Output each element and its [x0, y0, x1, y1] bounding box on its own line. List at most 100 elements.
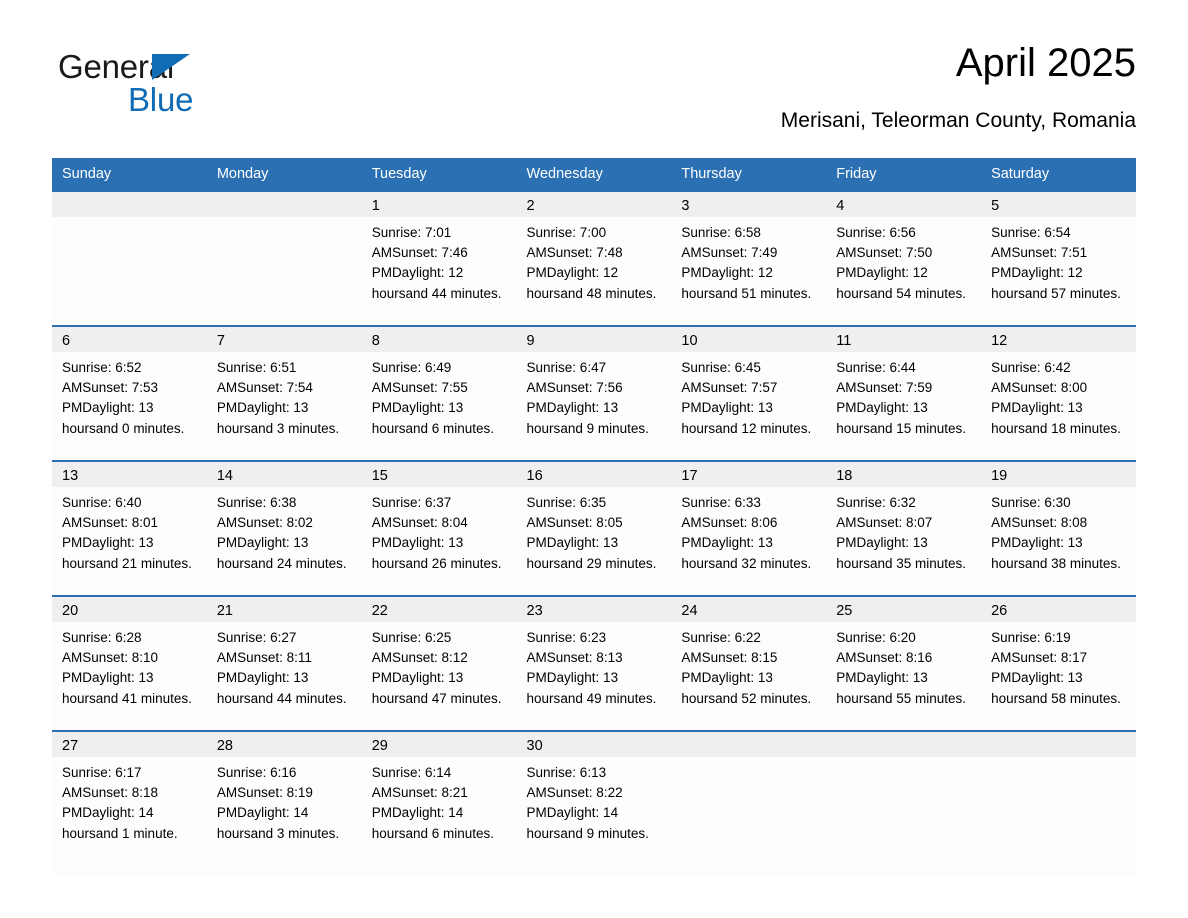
day-number [671, 730, 827, 757]
day-cell[interactable]: 19 Sunrise: 6:30 AMSunset: 8:08 PMDayligh… [981, 460, 1136, 595]
day-number: 19 [981, 460, 1136, 487]
day-cell[interactable]: 21 Sunrise: 6:27 AMSunset: 8:11 PMDayligh… [206, 595, 362, 730]
day-cell[interactable]: 10 Sunrise: 6:45 AMSunset: 7:57 PMDayligh… [671, 325, 827, 460]
daylight-line-2: and 3 minutes. [250, 420, 340, 436]
day-details [826, 757, 982, 875]
daylight-line-2: and 49 minutes. [560, 690, 657, 706]
day-details: Sunrise: 6:28 AMSunset: 8:10 PMDaylight:… [52, 622, 207, 730]
page-header: General Blue April 2025 Merisani, Teleor… [52, 38, 1136, 142]
day-details: Sunrise: 6:52 AMSunset: 7:53 PMDaylight:… [52, 352, 207, 460]
day-details: Sunrise: 6:17 AMSunset: 8:18 PMDaylight:… [52, 757, 207, 875]
day-number [981, 730, 1136, 757]
day-number: 20 [52, 595, 207, 622]
day-details: Sunrise: 6:27 AMSunset: 8:11 PMDaylight:… [206, 622, 362, 730]
day-cell[interactable]: 1 Sunrise: 7:01 AMSunset: 7:46 PMDaylight… [361, 190, 517, 325]
daylight-line-2: and 3 minutes. [250, 825, 340, 841]
day-cell[interactable]: 4 Sunrise: 6:56 AMSunset: 7:50 PMDaylight… [826, 190, 982, 325]
daylight-line-2: and 6 minutes. [405, 825, 495, 841]
day-number: 21 [206, 595, 362, 622]
day-details: Sunrise: 6:40 AMSunset: 8:01 PMDaylight:… [52, 487, 207, 595]
page-title: April 2025 [955, 41, 1136, 85]
day-cell[interactable]: 30 Sunrise: 6:13 AMSunset: 8:22 PMDayligh… [516, 730, 672, 875]
day-cell[interactable]: 5 Sunrise: 6:54 AMSunset: 7:51 PMDaylight… [981, 190, 1136, 325]
day-cell[interactable]: 28 Sunrise: 6:16 AMSunset: 8:19 PMDayligh… [206, 730, 362, 875]
daylight-line-2: and 51 minutes. [715, 285, 812, 301]
day-cell[interactable]: 7 Sunrise: 6:51 AMSunset: 7:54 PMDaylight… [206, 325, 362, 460]
column-header-wednesday: Wednesday [516, 158, 672, 190]
day-cell[interactable]: 22 Sunrise: 6:25 AMSunset: 8:12 PMDayligh… [361, 595, 517, 730]
daylight-line-2: and 24 minutes. [250, 555, 347, 571]
day-cell[interactable]: 16 Sunrise: 6:35 AMSunset: 8:05 PMDayligh… [516, 460, 672, 595]
day-details: Sunrise: 6:13 AMSunset: 8:22 PMDaylight:… [516, 757, 672, 875]
daylight-line-2: and 55 minutes. [870, 690, 967, 706]
column-header-saturday: Saturday [981, 158, 1136, 190]
day-cell[interactable]: 15 Sunrise: 6:37 AMSunset: 8:04 PMDayligh… [361, 460, 517, 595]
day-cell[interactable]: 18 Sunrise: 6:32 AMSunset: 8:07 PMDayligh… [826, 460, 982, 595]
day-details: Sunrise: 6:23 AMSunset: 8:13 PMDaylight:… [516, 622, 672, 730]
day-details [671, 757, 827, 875]
day-details: Sunrise: 6:35 AMSunset: 8:05 PMDaylight:… [516, 487, 672, 595]
daylight-line-2: and 41 minutes. [95, 690, 192, 706]
day-number: 15 [361, 460, 517, 487]
day-details: Sunrise: 6:58 AMSunset: 7:49 PMDaylight:… [671, 217, 827, 325]
day-number: 26 [981, 595, 1136, 622]
day-cell[interactable]: 20 Sunrise: 6:28 AMSunset: 8:10 PMDayligh… [52, 595, 207, 730]
day-cell[interactable]: 11 Sunrise: 6:44 AMSunset: 7:59 PMDayligh… [826, 325, 982, 460]
day-cell[interactable]: 26 Sunrise: 6:19 AMSunset: 8:17 PMDayligh… [981, 595, 1136, 730]
column-header-thursday: Thursday [671, 158, 827, 190]
column-header-monday: Monday [206, 158, 362, 190]
day-cell-empty [671, 730, 827, 875]
calendar-table: Sunday Monday Tuesday Wednesday Thursday Frid… [52, 158, 1136, 875]
calendar-week-row: 20 Sunrise: 6:28 AMSunset: 8:10 PMDayligh… [52, 595, 1136, 730]
daylight-line-2: and 52 minutes. [715, 690, 812, 706]
day-number: 29 [361, 730, 517, 757]
day-details: Sunrise: 6:42 AMSunset: 8:00 PMDaylight:… [981, 352, 1136, 460]
day-cell[interactable]: 9 Sunrise: 6:47 AMSunset: 7:56 PMDaylight… [516, 325, 672, 460]
day-cell[interactable]: 8 Sunrise: 6:49 AMSunset: 7:55 PMDaylight… [361, 325, 517, 460]
day-number [206, 190, 362, 217]
daylight-line-2: and 9 minutes. [560, 825, 649, 841]
day-number: 8 [361, 325, 517, 352]
day-cell[interactable]: 25 Sunrise: 6:20 AMSunset: 8:16 PMDayligh… [826, 595, 982, 730]
day-number: 27 [52, 730, 207, 757]
day-cell[interactable]: 23 Sunrise: 6:23 AMSunset: 8:13 PMDayligh… [516, 595, 672, 730]
day-details: Sunrise: 6:49 AMSunset: 7:55 PMDaylight:… [361, 352, 517, 460]
day-number: 11 [826, 325, 982, 352]
day-details: Sunrise: 6:22 AMSunset: 8:15 PMDaylight:… [671, 622, 827, 730]
brand-logo[interactable]: General Blue [58, 48, 258, 124]
day-cell-empty [206, 190, 362, 325]
day-details: Sunrise: 6:47 AMSunset: 7:56 PMDaylight:… [516, 352, 672, 460]
day-cell[interactable]: 27 Sunrise: 6:17 AMSunset: 8:18 PMDayligh… [52, 730, 207, 875]
daylight-line-2: and 21 minutes. [95, 555, 192, 571]
day-details: Sunrise: 6:32 AMSunset: 8:07 PMDaylight:… [826, 487, 982, 595]
day-number: 28 [206, 730, 362, 757]
day-number: 22 [361, 595, 517, 622]
day-number [52, 190, 207, 217]
day-cell-empty [826, 730, 982, 875]
calendar-page: General Blue April 2025 Merisani, Teleor… [0, 0, 1188, 918]
calendar-body: 1 Sunrise: 7:01 AMSunset: 7:46 PMDaylight… [52, 190, 1136, 875]
triangle-icon [152, 54, 190, 80]
day-cell[interactable]: 6 Sunrise: 6:52 AMSunset: 7:53 PMDaylight… [52, 325, 207, 460]
day-cell[interactable]: 17 Sunrise: 6:33 AMSunset: 8:06 PMDayligh… [671, 460, 827, 595]
day-cell[interactable]: 14 Sunrise: 6:38 AMSunset: 8:02 PMDayligh… [206, 460, 362, 595]
day-cell[interactable]: 29 Sunrise: 6:14 AMSunset: 8:21 PMDayligh… [361, 730, 517, 875]
calendar-week-row: 27 Sunrise: 6:17 AMSunset: 8:18 PMDayligh… [52, 730, 1136, 875]
day-details: Sunrise: 6:33 AMSunset: 8:06 PMDaylight:… [671, 487, 827, 595]
day-cell[interactable]: 2 Sunrise: 7:00 AMSunset: 7:48 PMDaylight… [516, 190, 672, 325]
daylight-line-2: and 44 minutes. [405, 285, 502, 301]
day-cell[interactable]: 13 Sunrise: 6:40 AMSunset: 8:01 PMDayligh… [52, 460, 207, 595]
day-cell[interactable]: 24 Sunrise: 6:22 AMSunset: 8:15 PMDayligh… [671, 595, 827, 730]
day-number: 30 [516, 730, 672, 757]
day-cell[interactable]: 12 Sunrise: 6:42 AMSunset: 8:00 PMDayligh… [981, 325, 1136, 460]
day-number: 3 [671, 190, 827, 217]
day-number [826, 730, 982, 757]
daylight-line-2: and 57 minutes. [1024, 285, 1121, 301]
daylight-line-2: and 58 minutes. [1024, 690, 1121, 706]
day-number: 6 [52, 325, 207, 352]
day-details: Sunrise: 6:16 AMSunset: 8:19 PMDaylight:… [206, 757, 362, 875]
day-details: Sunrise: 6:38 AMSunset: 8:02 PMDaylight:… [206, 487, 362, 595]
day-details: Sunrise: 6:20 AMSunset: 8:16 PMDaylight:… [826, 622, 982, 730]
brand-name-blue: Blue [128, 81, 194, 118]
day-cell[interactable]: 3 Sunrise: 6:58 AMSunset: 7:49 PMDaylight… [671, 190, 827, 325]
